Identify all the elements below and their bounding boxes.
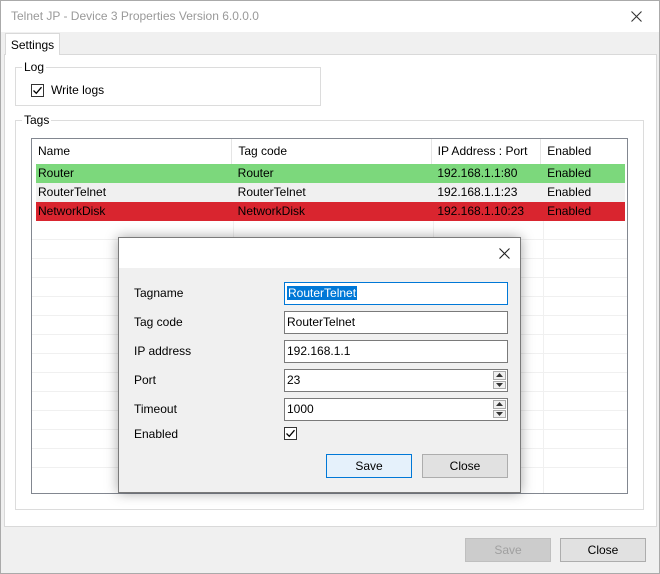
- tagcode-input[interactable]: RouterTelnet: [284, 311, 508, 334]
- cell-tag-code: Router: [237, 166, 274, 180]
- port-stepper[interactable]: 23: [284, 369, 508, 392]
- cell-enabled: Enabled: [547, 204, 592, 218]
- cell-address: 192.168.1.1:80: [437, 166, 518, 180]
- log-group-label: Log: [22, 60, 47, 74]
- timeout-down-button[interactable]: [493, 409, 506, 418]
- window-close-button[interactable]: [613, 1, 659, 32]
- tagname-value: RouterTelnet: [287, 286, 358, 300]
- cell-tag-code: NetworkDisk: [237, 204, 305, 218]
- cell-name: NetworkDisk: [38, 204, 106, 218]
- ip-address-value: 192.168.1.1: [287, 344, 351, 358]
- table-row[interactable]: NetworkDisk NetworkDisk 192.168.1.10:23 …: [36, 202, 625, 221]
- ip-address-label: IP address: [134, 344, 192, 358]
- timeout-spin-buttons: [493, 400, 506, 419]
- tagname-label: Tagname: [134, 286, 184, 300]
- tagcode-value: RouterTelnet: [287, 315, 356, 329]
- close-icon: [498, 247, 510, 259]
- close-button[interactable]: Close: [560, 538, 646, 562]
- enabled-label: Enabled: [134, 427, 179, 441]
- column-header-tag-code[interactable]: Tag code: [232, 139, 432, 164]
- cell-name: Router: [38, 166, 75, 180]
- column-header-enabled[interactable]: Enabled: [541, 139, 627, 164]
- dialog-title-bar: [119, 238, 520, 268]
- cell-enabled: Enabled: [547, 185, 592, 199]
- timeout-value: 1000: [287, 402, 314, 416]
- arrow-up-icon: [496, 402, 503, 407]
- cell-address: 192.168.1.1:23: [437, 185, 518, 199]
- dialog-close-button[interactable]: [488, 238, 520, 268]
- check-icon: [33, 86, 42, 94]
- cell-tag-code: RouterTelnet: [237, 185, 306, 199]
- column-header-name[interactable]: Name: [32, 139, 233, 164]
- arrow-down-icon: [496, 411, 503, 416]
- write-logs-label: Write logs: [51, 83, 105, 97]
- save-button[interactable]: Save: [465, 538, 551, 562]
- tag-edit-dialog: Tagname RouterTelnet Tag code RouterTeln…: [118, 237, 521, 493]
- write-logs-check[interactable]: [31, 83, 44, 97]
- table-row[interactable]: RouterTelnet RouterTelnet 192.168.1.1:23…: [36, 183, 625, 202]
- arrow-down-icon: [496, 382, 503, 387]
- tagcode-label: Tag code: [134, 315, 183, 329]
- port-value: 23: [287, 373, 301, 387]
- title-bar: Telnet JP - Device 3 Properties Version …: [1, 1, 659, 32]
- ip-address-input[interactable]: 192.168.1.1: [284, 340, 508, 363]
- arrow-up-icon: [496, 373, 503, 378]
- tags-list-header: Name Tag code IP Address : Port Enabled: [32, 139, 627, 164]
- check-icon: [286, 429, 295, 438]
- dialog-save-button[interactable]: Save: [326, 454, 412, 478]
- port-up-button[interactable]: [493, 371, 506, 380]
- timeout-up-button[interactable]: [493, 400, 506, 409]
- close-icon: [630, 11, 642, 22]
- port-down-button[interactable]: [493, 380, 506, 389]
- tags-group-label: Tags: [22, 113, 52, 127]
- tagname-input[interactable]: RouterTelnet: [284, 282, 508, 305]
- cell-name: RouterTelnet: [38, 185, 107, 199]
- tab-settings[interactable]: Settings: [5, 33, 60, 55]
- column-header-address[interactable]: IP Address : Port: [432, 139, 542, 164]
- enabled-checkbox[interactable]: [284, 427, 297, 440]
- window-title: Telnet JP - Device 3 Properties Version …: [11, 9, 259, 23]
- port-spin-buttons: [493, 371, 506, 390]
- table-row[interactable]: Router Router 192.168.1.1:80 Enabled: [36, 164, 625, 183]
- port-label: Port: [134, 373, 157, 387]
- write-logs-checkbox[interactable]: Write logs: [31, 83, 104, 97]
- timeout-stepper[interactable]: 1000: [284, 398, 508, 421]
- dialog-close-action-button[interactable]: Close: [422, 454, 508, 478]
- tab-settings-label: Settings: [10, 37, 55, 52]
- timeout-label: Timeout: [134, 402, 177, 416]
- cell-address: 192.168.1.10:23: [437, 204, 525, 218]
- cell-enabled: Enabled: [547, 166, 592, 180]
